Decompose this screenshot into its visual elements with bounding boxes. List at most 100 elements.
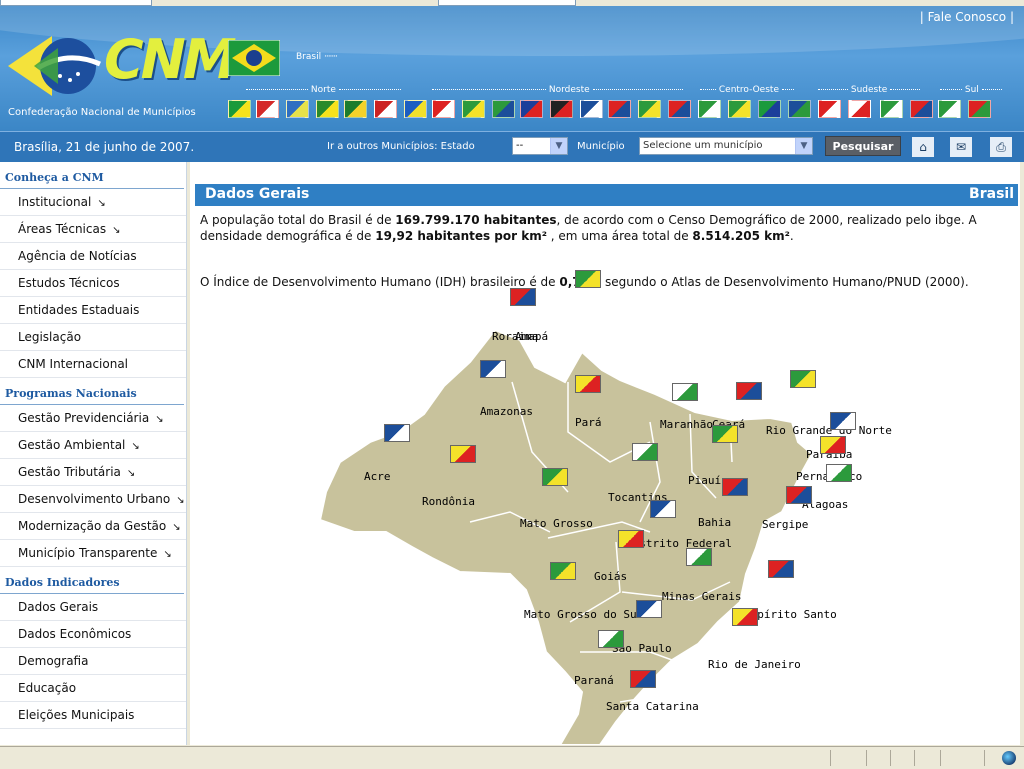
- home-icon[interactable]: ⌂: [912, 137, 934, 157]
- state-flag-icon[interactable]: [542, 468, 568, 486]
- sidebar-item[interactable]: Gestão Tributária ↘: [0, 459, 186, 486]
- state-label[interactable]: Mato Grosso: [520, 517, 593, 530]
- sidebar-item[interactable]: Institucional ↘: [0, 189, 186, 216]
- state-label[interactable]: Goiás: [594, 570, 627, 583]
- state-flag-icon[interactable]: [374, 100, 397, 118]
- state-flag-icon[interactable]: [480, 360, 506, 378]
- state-flag-icon[interactable]: [728, 100, 751, 118]
- state-flag-icon[interactable]: [256, 100, 279, 118]
- contact-link[interactable]: | Fale Conosco |: [920, 10, 1014, 24]
- sidebar-item[interactable]: Gestão Ambiental ↘: [0, 432, 186, 459]
- brasil-flag-icon[interactable]: [228, 40, 280, 76]
- sidebar-item[interactable]: Áreas Técnicas ↘: [0, 216, 186, 243]
- sidebar-item[interactable]: CNM Internacional: [0, 351, 186, 378]
- sidebar-item[interactable]: Eleições Municipais: [0, 702, 186, 729]
- state-flag-icon[interactable]: [736, 382, 762, 400]
- state-flag-icon[interactable]: [788, 100, 811, 118]
- state-flag-icon[interactable]: [830, 412, 856, 430]
- search-button[interactable]: Pesquisar: [825, 136, 901, 156]
- state-flag-icon[interactable]: [632, 443, 658, 461]
- state-flag-icon[interactable]: [618, 530, 644, 548]
- state-label[interactable]: Minas Gerais: [662, 590, 741, 603]
- state-flag-icon[interactable]: [316, 100, 339, 118]
- sidebar-item[interactable]: Modernização da Gestão ↘: [0, 513, 186, 540]
- state-flag-icon[interactable]: [668, 100, 691, 118]
- chevron-down-icon[interactable]: ▼: [550, 138, 567, 154]
- sidebar-item[interactable]: Educação: [0, 675, 186, 702]
- state-flag-icon[interactable]: [598, 630, 624, 648]
- state-flag-icon[interactable]: [818, 100, 841, 118]
- state-label[interactable]: Mato Grosso do Sul: [524, 608, 643, 621]
- state-label[interactable]: Rondônia: [422, 495, 475, 508]
- brazil-map[interactable]: RoraimaAmapáAmazonasParáMaranhãoCearáRio…: [320, 270, 920, 745]
- state-flag-icon[interactable]: [630, 670, 656, 688]
- sidebar-item[interactable]: Dados Econômicos: [0, 621, 186, 648]
- state-flag-icon[interactable]: [712, 425, 738, 443]
- state-flag-icon[interactable]: [910, 100, 933, 118]
- municipio-select[interactable]: Selecione um município ▼: [639, 137, 813, 155]
- state-flag-icon[interactable]: [768, 560, 794, 578]
- print-icon[interactable]: ⎙: [990, 137, 1012, 157]
- state-label[interactable]: Amazonas: [480, 405, 533, 418]
- chevron-down-icon[interactable]: ▼: [795, 138, 812, 154]
- state-flag-icon[interactable]: [638, 100, 661, 118]
- sidebar-item[interactable]: Agência de Notícias: [0, 243, 186, 270]
- state-label[interactable]: Maranhão: [660, 418, 713, 431]
- state-flag-icon[interactable]: [848, 100, 871, 118]
- state-flag-icon[interactable]: [790, 370, 816, 388]
- state-flag-icon[interactable]: [580, 100, 603, 118]
- state-flag-icon[interactable]: [344, 100, 367, 118]
- sidebar-item-label: Áreas Técnicas: [18, 222, 107, 236]
- state-label[interactable]: Rio de Janeiro: [708, 658, 801, 671]
- mail-icon[interactable]: ✉: [950, 137, 972, 157]
- state-flag-icon[interactable]: [404, 100, 427, 118]
- state-flag-icon[interactable]: [758, 100, 781, 118]
- sidebar-item[interactable]: Desenvolvimento Urbano ↘: [0, 486, 186, 513]
- state-flag-icon[interactable]: [732, 608, 758, 626]
- state-label[interactable]: Paraná: [574, 674, 614, 687]
- sidebar-item[interactable]: Demografia: [0, 648, 186, 675]
- state-label[interactable]: Bahia: [698, 516, 731, 529]
- state-flag-icon[interactable]: [880, 100, 903, 118]
- state-flag-icon[interactable]: [650, 500, 676, 518]
- state-flag-icon[interactable]: [672, 383, 698, 401]
- sidebar-item[interactable]: Entidades Estaduais: [0, 297, 186, 324]
- state-flag-icon[interactable]: [520, 100, 543, 118]
- state-flag-icon[interactable]: [510, 288, 536, 306]
- sidebar-item[interactable]: Estudos Técnicos: [0, 270, 186, 297]
- state-flag-icon[interactable]: [575, 270, 601, 288]
- state-label[interactable]: Sergipe: [762, 518, 808, 531]
- state-flag-icon[interactable]: [286, 100, 309, 118]
- state-flag-icon[interactable]: [636, 600, 662, 618]
- sidebar-item[interactable]: Legislação: [0, 324, 186, 351]
- cnm-logo[interactable]: CNM: [8, 28, 237, 100]
- state-flag-icon[interactable]: [698, 100, 721, 118]
- sidebar-item[interactable]: Dados Gerais: [0, 594, 186, 621]
- state-flag-icon[interactable]: [492, 100, 515, 118]
- state-flag-icon[interactable]: [786, 486, 812, 504]
- state-flag-icon[interactable]: [968, 100, 991, 118]
- state-flag-icon[interactable]: [550, 562, 576, 580]
- population-value: 169.799.170 habitantes: [395, 213, 557, 227]
- state-flag-icon[interactable]: [575, 375, 601, 393]
- state-flag-icon[interactable]: [608, 100, 631, 118]
- state-flag-icon[interactable]: [722, 478, 748, 496]
- state-flag-icon[interactable]: [384, 424, 410, 442]
- estado-select[interactable]: -- ▼: [512, 137, 568, 155]
- state-flag-icon[interactable]: [938, 100, 961, 118]
- state-flag-icon[interactable]: [228, 100, 251, 118]
- state-label[interactable]: Acre: [364, 470, 391, 483]
- state-label[interactable]: Amapá: [515, 330, 548, 343]
- state-flag-icon[interactable]: [686, 548, 712, 566]
- state-flag-icon[interactable]: [462, 100, 485, 118]
- state-label[interactable]: Pará: [575, 416, 602, 429]
- state-flag-icon[interactable]: [550, 100, 573, 118]
- state-flag-icon[interactable]: [450, 445, 476, 463]
- state-label[interactable]: Piauí: [688, 474, 721, 487]
- sidebar-item[interactable]: Gestão Previdenciária ↘: [0, 405, 186, 432]
- sidebar-item[interactable]: Município Transparente ↘: [0, 540, 186, 567]
- state-flag-icon[interactable]: [826, 464, 852, 482]
- state-label[interactable]: Santa Catarina: [606, 700, 699, 713]
- state-flag-icon[interactable]: [432, 100, 455, 118]
- state-flag-icon[interactable]: [820, 436, 846, 454]
